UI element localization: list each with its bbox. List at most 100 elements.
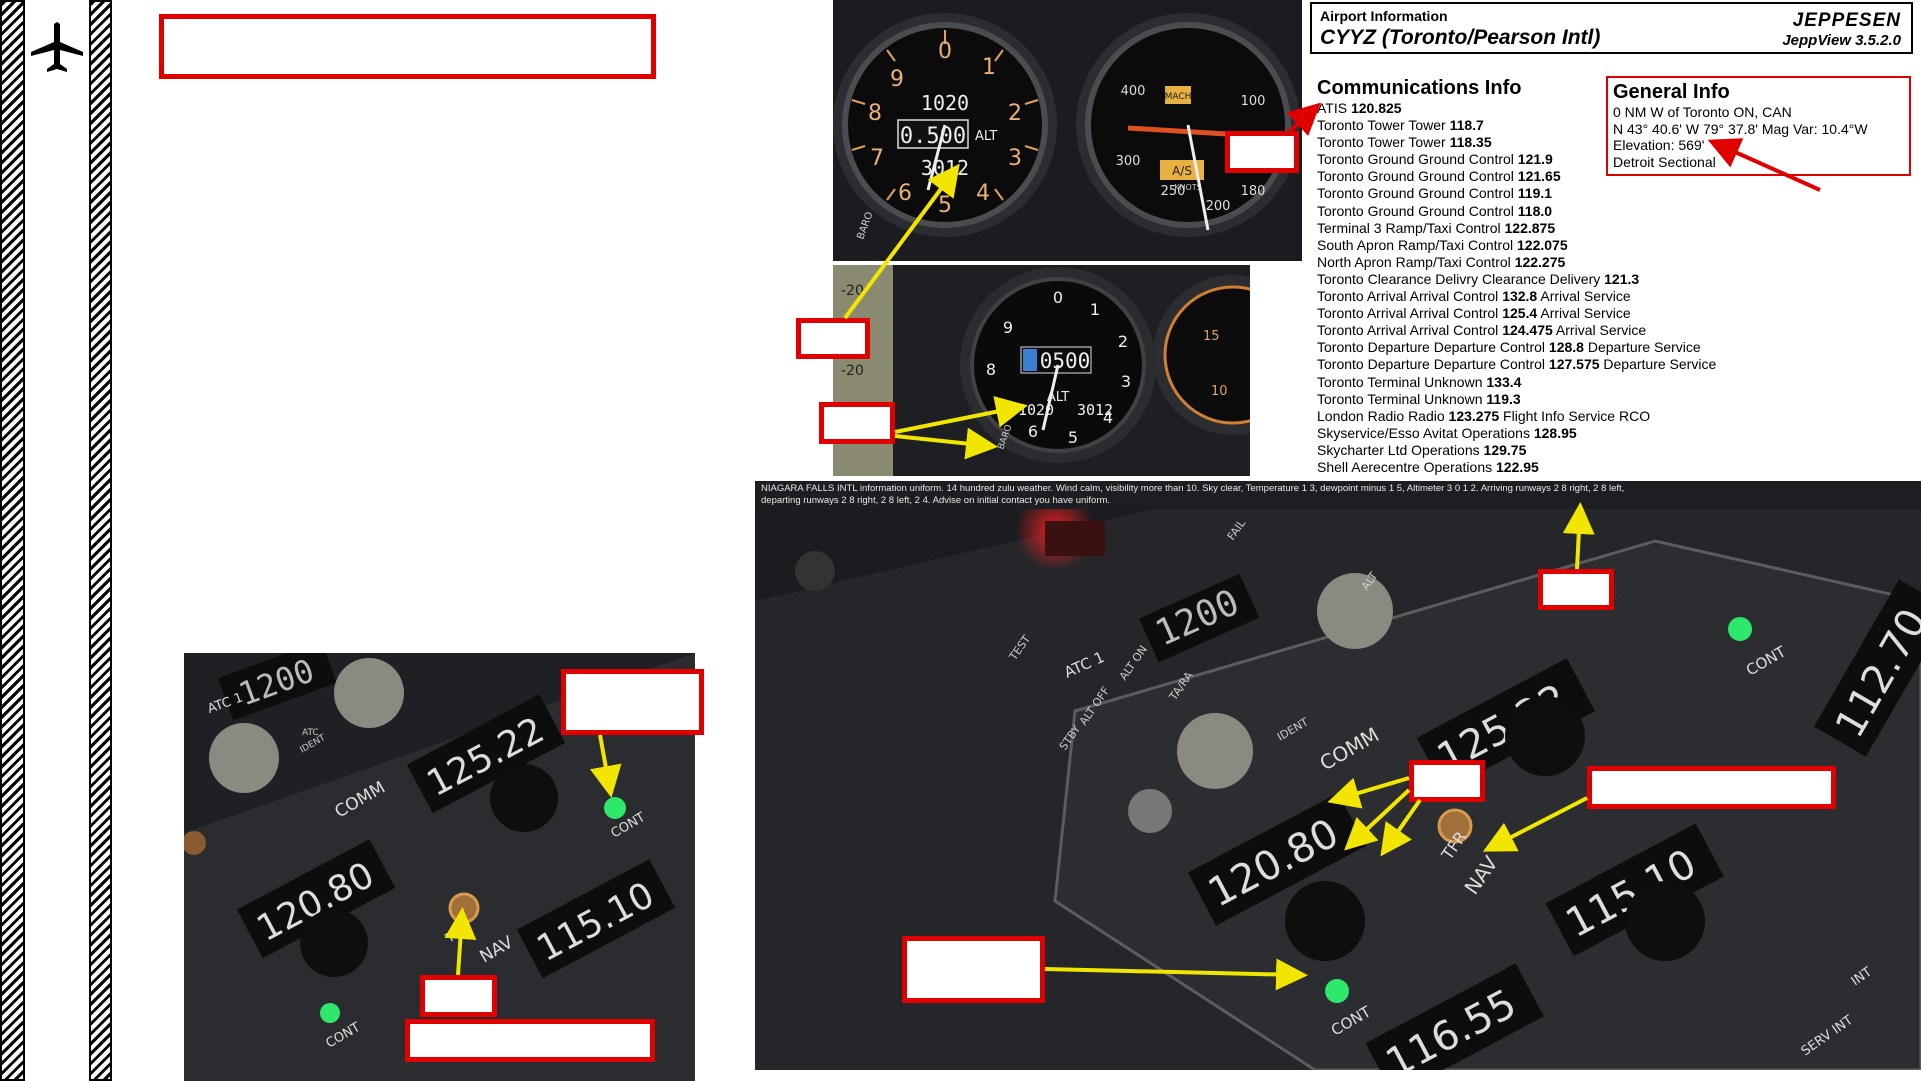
svg-text:1: 1	[1090, 300, 1100, 319]
svg-text:9: 9	[890, 67, 904, 92]
left-hatched-bar	[0, 0, 25, 1081]
comm-item-frequency: 121.3	[1604, 270, 1640, 287]
svg-text:7: 7	[870, 146, 884, 171]
comm-item-label: Toronto Ground Ground Control	[1317, 151, 1514, 168]
svg-text:400: 400	[1121, 84, 1146, 99]
atis-callout-box	[1225, 131, 1299, 173]
general-sectional: Detroit Sectional	[1613, 154, 1716, 170]
comm-item-service: Departure Service	[1587, 339, 1701, 356]
comm-item-frequency: 122.275	[1514, 253, 1566, 270]
comm-item-frequency: 123.275	[1448, 407, 1500, 424]
comm-item-label: Toronto Departure Departure Control	[1317, 339, 1546, 356]
svg-text:2: 2	[1008, 101, 1022, 126]
comm-item: South Apron Ramp/Taxi Control 122.075	[1317, 237, 1716, 254]
general-info-box: General Info 0 NM W of Toronto ON, CAN N…	[1606, 76, 1911, 176]
tfr-callout-box-large	[1587, 766, 1836, 809]
comm-item-label: Toronto Terminal Unknown	[1317, 373, 1483, 390]
atis-message-bar: NIAGARA FALLS INTL information uniform. …	[755, 481, 1921, 509]
svg-text:5: 5	[1068, 428, 1078, 447]
general-location: 0 NM W of Toronto ON, CAN	[1613, 104, 1792, 120]
comm-item-frequency: 118.0	[1517, 202, 1553, 219]
comm-item-label: Toronto Terminal Unknown	[1317, 390, 1483, 407]
comm-item-label: London Radio Radio	[1317, 407, 1445, 424]
svg-text:3012: 3012	[1077, 401, 1113, 419]
comm-item-frequency: 129.75	[1483, 441, 1527, 458]
comm-item: Toronto Arrival Arrival Control 124.475 …	[1317, 322, 1716, 339]
right-hatched-bar	[89, 0, 112, 1081]
svg-text:6: 6	[898, 181, 912, 206]
svg-text:300: 300	[1116, 154, 1141, 169]
altimeter-callout-box-3	[1538, 569, 1614, 610]
comm-item-label: South Apron Ramp/Taxi Control	[1317, 236, 1514, 253]
svg-text:200: 200	[1206, 199, 1231, 214]
altimeter-callout-box-2	[819, 402, 895, 444]
comm-item-frequency: 125.4	[1502, 305, 1538, 322]
svg-text:-20: -20	[841, 363, 864, 379]
general-elevation: Elevation: 569'	[1613, 137, 1705, 153]
svg-text:1: 1	[982, 55, 996, 80]
comm-item: Toronto Ground Ground Control 118.0	[1317, 203, 1716, 220]
svg-text:1020: 1020	[921, 91, 969, 115]
communications-heading: Communications Info	[1317, 77, 1522, 99]
app-version: JeppView 3.5.2.0	[1782, 32, 1901, 49]
comm-item: Toronto Clearance Delivry Clearance Deli…	[1317, 271, 1716, 288]
comm-item: Skycharter Ltd Operations 129.75	[1317, 442, 1716, 459]
comm-item: Toronto Arrival Arrival Control 132.8 Ar…	[1317, 288, 1716, 305]
atis-line-1: NIAGARA FALLS INTL information uniform. …	[761, 483, 1625, 494]
comm-item-label: Toronto Arrival Arrival Control	[1317, 322, 1499, 339]
svg-text:6: 6	[1028, 422, 1038, 441]
svg-text:KNOTS: KNOTS	[1174, 183, 1202, 192]
comm-item-label: Toronto Tower Tower	[1317, 117, 1446, 134]
svg-text:4: 4	[976, 181, 990, 206]
svg-text:10: 10	[1211, 384, 1228, 399]
comm-item-frequency: 132.8	[1502, 288, 1538, 305]
svg-text:0.500: 0.500	[900, 124, 966, 149]
comm-item-label: Skycharter Ltd Operations	[1317, 441, 1480, 458]
comm-item-label: Toronto Tower Tower	[1317, 134, 1446, 151]
tfr-callout-box-small	[420, 975, 497, 1017]
general-info-heading: General Info	[1613, 81, 1730, 103]
svg-text:8: 8	[868, 101, 882, 126]
airplane-icon	[27, 18, 87, 78]
comm-item-service: Departure Service	[1603, 356, 1717, 373]
comm-item-frequency: 122.95	[1496, 458, 1539, 475]
airspeed-gauge: 400100300250200180160 MACH A/S KNOTS	[1076, 13, 1300, 237]
svg-text:0: 0	[1053, 288, 1063, 307]
svg-text:8: 8	[986, 360, 996, 379]
comm-item-frequency: 133.4	[1486, 373, 1522, 390]
comm-item-label: ATIS	[1317, 100, 1348, 116]
svg-text:3: 3	[1008, 146, 1022, 171]
title-placeholder-box	[159, 14, 656, 79]
airport-header: Airport Information CYYZ (Toronto/Pearso…	[1310, 2, 1913, 54]
comm-item-label: Toronto Clearance Delivry Clearance Deli…	[1317, 270, 1601, 287]
comm-item-service: Arrival Service	[1555, 322, 1647, 339]
svg-text:ALT: ALT	[975, 129, 997, 144]
comm-item-label: Toronto Ground Ground Control	[1317, 168, 1514, 185]
comm-item-frequency: 122.875	[1504, 219, 1556, 236]
comm-item-label: Skyservice/Esso Avitat Operations	[1317, 424, 1530, 441]
jeppview-airport-info: Airport Information CYYZ (Toronto/Pearso…	[1303, 0, 1921, 475]
comm-item-label: Shell Aerecentre Operations	[1317, 458, 1493, 475]
comm-item: Terminal 3 Ramp/Taxi Control 122.875	[1317, 220, 1716, 237]
altimeter-callout-box-1	[796, 318, 870, 359]
svg-text:7: 7	[996, 396, 1006, 415]
comm-item: Toronto Ground Ground Control 119.1	[1317, 185, 1716, 202]
comm-item-service: Flight Info Service RCO	[1503, 407, 1651, 424]
comm-item-frequency: 128.8	[1548, 339, 1584, 356]
airport-info-label: Airport Information	[1320, 8, 1448, 24]
comm-item-frequency: 128.95	[1533, 424, 1577, 441]
svg-text:ATC: ATC	[302, 728, 319, 738]
svg-text:2: 2	[1118, 332, 1128, 351]
comm-item: Toronto Departure Departure Control 128.…	[1317, 339, 1716, 356]
comm-item-label: Toronto Ground Ground Control	[1317, 202, 1514, 219]
comm-item: London Radio Radio 123.275 Flight Info S…	[1317, 408, 1716, 425]
comm-item: North Apron Ramp/Taxi Control 122.275	[1317, 254, 1716, 271]
comm-item: Shell Aerecentre Operations 122.95	[1317, 459, 1716, 476]
comm-item-frequency: 118.7	[1449, 117, 1484, 134]
comm-item-frequency: 119.1	[1517, 185, 1553, 202]
comm-item: Toronto Terminal Unknown 133.4	[1317, 374, 1716, 391]
comm-item-frequency: 121.9	[1517, 151, 1553, 168]
comm-item-frequency: 118.35	[1449, 134, 1492, 151]
atis-line-2: departing runways 2 8 right, 2 8 left, 2…	[761, 495, 1111, 506]
comm-item-label: North Apron Ramp/Taxi Control	[1317, 253, 1511, 270]
